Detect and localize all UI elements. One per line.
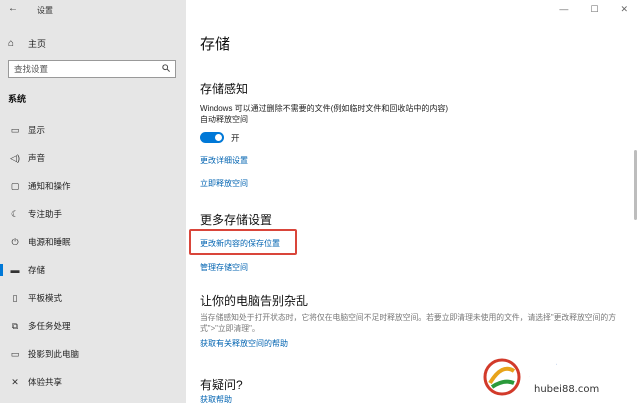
moon-icon: ☾ (10, 208, 20, 219)
auto-free-label: 自动释放空间 (200, 115, 248, 124)
sidebar-item-focus-assist[interactable]: ☾ 专注助手 (0, 206, 186, 222)
more-storage-heading: 更多存储设置 (200, 213, 273, 227)
change-details-link[interactable]: 更改详细设置 (200, 155, 248, 166)
maximize-button[interactable]: ☐ (590, 4, 598, 15)
sidebar-item-label: 显示 (28, 125, 46, 135)
sidebar-item-label: 体验共享 (28, 377, 63, 387)
watermark-title: 楚汉网 (523, 360, 594, 386)
tablet-icon: ▯ (12, 292, 18, 303)
free-space-now-link[interactable]: 立即释放空间 (200, 178, 248, 189)
search-placeholder: 查找设置 (14, 64, 49, 74)
sidebar-item-label: 平板模式 (28, 293, 63, 303)
toggle-knob (215, 134, 222, 141)
sidebar-item-display[interactable]: ▭ 显示 (0, 122, 186, 138)
sidebar-item-storage[interactable]: ▬ 存储 (0, 262, 186, 278)
section-label-system: 系统 (8, 94, 27, 104)
watermark-url: hubei88.com (534, 384, 600, 395)
sidebar-item-label: 投影到此电脑 (28, 349, 80, 359)
multitask-icon: ⧉ (11, 320, 19, 331)
search-icon[interactable] (162, 64, 170, 72)
main-content: — ☐ ✕ 存储 存储感知 Windows 可以通过删除不需要的文件(例如临时文… (186, 0, 640, 405)
questions-heading: 有疑问? (200, 378, 243, 392)
notification-icon: ▢ (10, 180, 20, 191)
project-icon: ▭ (10, 348, 20, 359)
storage-sense-heading: 存储感知 (200, 82, 249, 96)
home-nav-item[interactable]: ⌂ 主页 (8, 36, 46, 50)
sidebar: ← 设置 ⌂ 主页 查找设置 系统 ▭ 显示 ◁) 声音 ▢ 通知和操作 ☾ 专… (0, 0, 186, 403)
watermark-logo-icon (483, 358, 521, 396)
get-help-link[interactable]: 获取帮助 (200, 394, 232, 405)
search-input[interactable]: 查找设置 (8, 60, 176, 78)
sidebar-item-sound[interactable]: ◁) 声音 (0, 150, 186, 166)
sidebar-item-label: 多任务处理 (28, 321, 71, 331)
sidebar-item-label: 存储 (28, 265, 46, 275)
back-arrow-icon[interactable]: ← (8, 3, 18, 14)
storage-sense-toggle[interactable] (200, 132, 224, 143)
minimize-button[interactable]: — (559, 4, 568, 15)
sidebar-item-label: 专注助手 (28, 209, 63, 219)
sidebar-item-power[interactable]: ⏻ 电源和睡眠 (0, 234, 186, 250)
change-save-location-link[interactable]: 更改新内容的保存位置 (200, 238, 280, 249)
sidebar-item-multitasking[interactable]: ⧉ 多任务处理 (0, 318, 186, 334)
sidebar-item-tablet[interactable]: ▯ 平板模式 (0, 290, 186, 306)
power-icon: ⏻ (11, 236, 19, 247)
sidebar-item-label: 通知和操作 (28, 181, 71, 191)
sidebar-item-projecting[interactable]: ▭ 投影到此电脑 (0, 346, 186, 362)
share-icon: ✕ (11, 376, 19, 387)
window-title: 设置 (37, 6, 53, 15)
close-button[interactable]: ✕ (620, 4, 628, 15)
declutter-heading: 让你的电脑告别杂乱 (200, 294, 309, 308)
speaker-icon: ◁) (10, 152, 20, 163)
home-label: 主页 (28, 38, 47, 49)
declutter-paragraph: 当存储感知处于打开状态时，它将仅在电脑空间不足时释放空间。若要立即清理未使用的文… (200, 313, 616, 333)
toggle-state-label: 开 (231, 133, 240, 143)
window-controls: — ☐ ✕ (559, 4, 628, 15)
watermark: 楚汉网 hubei88.com (480, 353, 640, 403)
page-title: 存储 (200, 36, 231, 53)
home-icon: ⌂ (8, 37, 15, 49)
sidebar-item-notifications[interactable]: ▢ 通知和操作 (0, 178, 186, 194)
storage-sense-description: Windows 可以通过删除不需要的文件(例如临时文件和回收站中的内容) (200, 104, 449, 113)
storage-icon: ▬ (10, 265, 20, 275)
scrollbar[interactable] (634, 150, 637, 220)
sidebar-item-label: 电源和睡眠 (28, 237, 71, 247)
sidebar-item-shared[interactable]: ✕ 体验共享 (0, 374, 186, 390)
monitor-icon: ▭ (10, 124, 20, 135)
free-space-help-link[interactable]: 获取有关释放空间的帮助 (200, 338, 288, 349)
sidebar-item-label: 声音 (28, 153, 46, 163)
manage-storage-link[interactable]: 管理存储空间 (200, 262, 248, 273)
